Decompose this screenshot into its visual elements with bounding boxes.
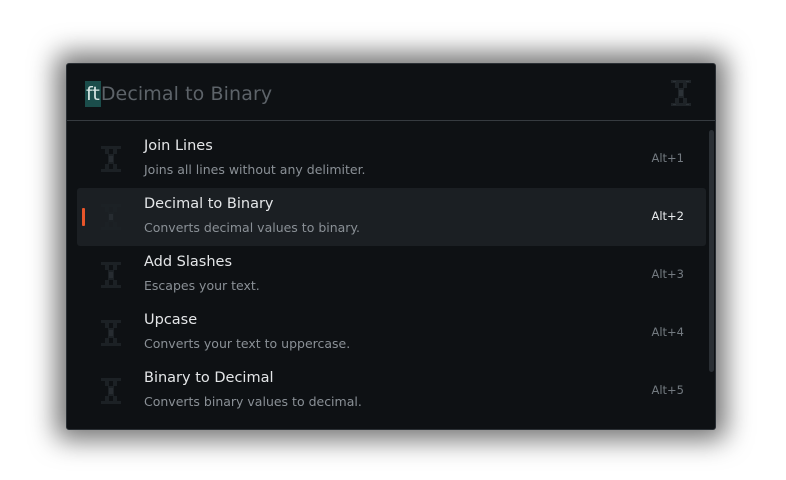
command-list: Join Lines Joins all lines without any de… [77, 130, 706, 420]
command-description: Converts decimal values to binary. [144, 220, 361, 235]
search-query[interactable]: Decimal to Binary [101, 81, 272, 107]
command-title: Add Slashes [144, 254, 233, 270]
command-item[interactable]: Add Slashes Escapes your text. Alt+3 [77, 246, 706, 304]
search-prefix: ft [85, 81, 101, 107]
scrollbar[interactable] [709, 130, 714, 372]
command-shortcut: Alt+2 [651, 209, 684, 223]
command-title: Upcase [144, 312, 198, 328]
command-description: Joins all lines without any delimiter. [144, 162, 366, 177]
command-description: Converts your text to uppercase. [144, 336, 351, 351]
selection-marker [82, 208, 85, 226]
missing-icon [99, 202, 123, 232]
command-shortcut: Alt+3 [651, 267, 684, 281]
command-item[interactable]: Join Lines Joins all lines without any de… [77, 130, 706, 188]
missing-icon [669, 79, 693, 107]
command-description: Escapes your text. [144, 278, 260, 293]
command-item[interactable]: Upcase Converts your text to uppercase. Al… [77, 304, 706, 362]
search-input[interactable]: ft Decimal to Binary [85, 81, 272, 107]
command-title: Binary to Decimal [144, 370, 274, 386]
missing-icon [99, 144, 123, 174]
command-palette: ft Decimal to Binary Join Lines Joins al… [66, 63, 716, 430]
command-item[interactable]: Decimal to Binary Converts decimal values… [77, 188, 706, 246]
command-description: Converts binary values to decimal. [144, 394, 362, 409]
missing-icon [99, 318, 123, 348]
command-shortcut: Alt+4 [651, 325, 684, 339]
command-shortcut: Alt+5 [651, 383, 684, 397]
command-title: Decimal to Binary [144, 196, 274, 212]
search-bar[interactable]: ft Decimal to Binary [67, 64, 715, 121]
missing-icon [99, 260, 123, 290]
command-shortcut: Alt+1 [651, 151, 684, 165]
command-item[interactable]: Binary to Decimal Converts binary values … [77, 362, 706, 420]
missing-icon [99, 376, 123, 406]
command-title: Join Lines [144, 138, 213, 154]
